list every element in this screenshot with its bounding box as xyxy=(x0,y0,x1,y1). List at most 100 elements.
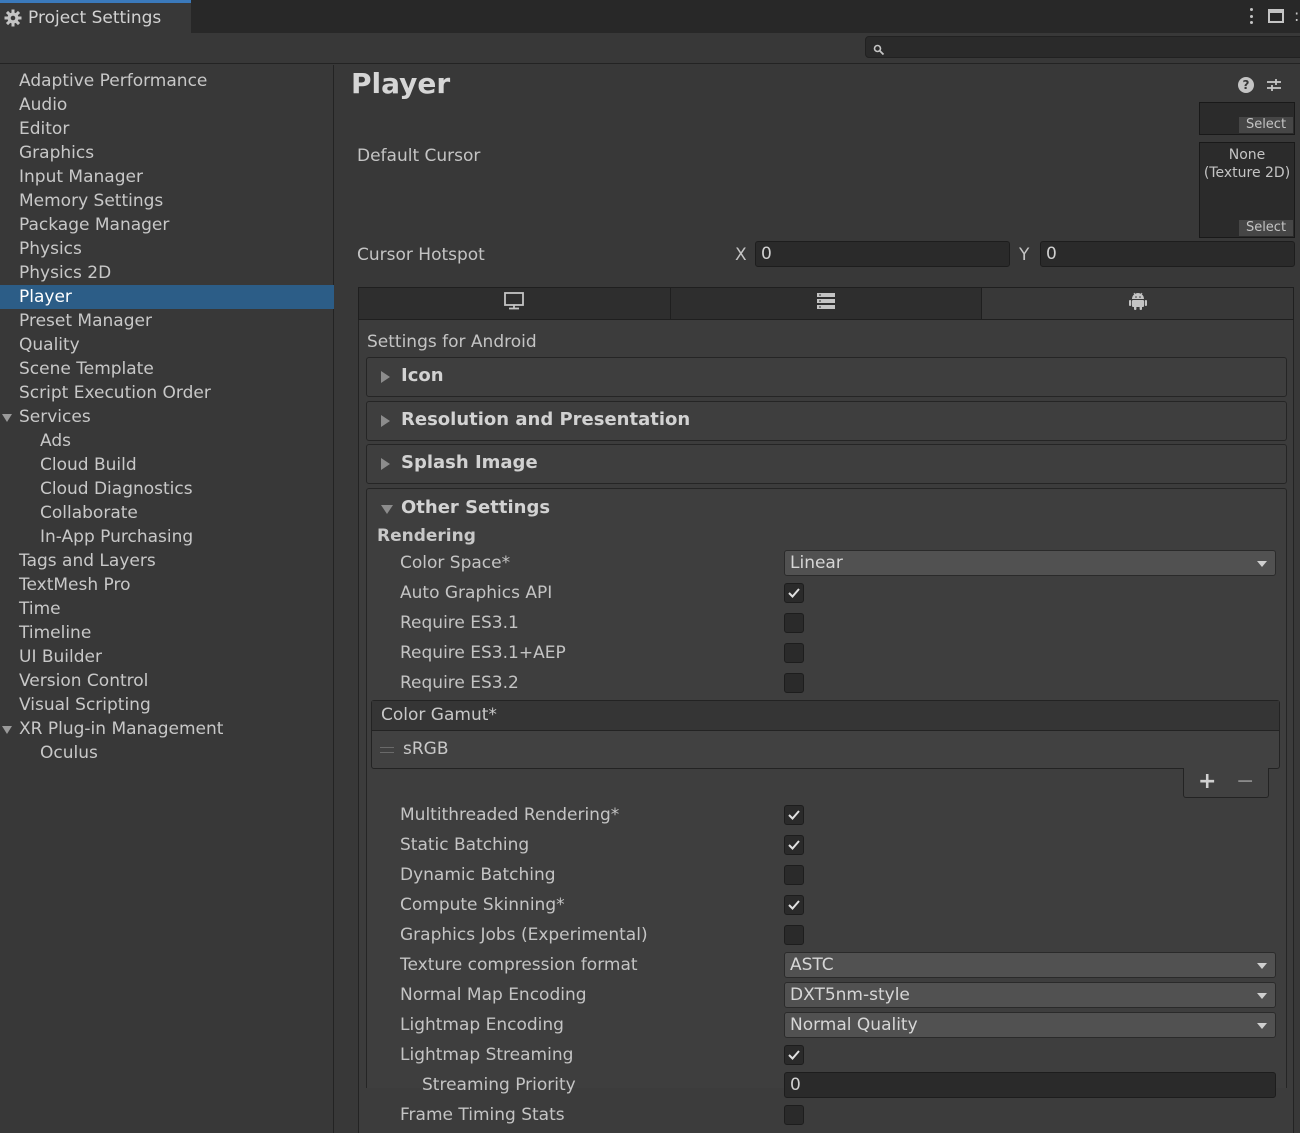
color-space-dropdown[interactable]: Linear xyxy=(784,550,1276,576)
sidebar-item-script-execution-order[interactable]: Script Execution Order xyxy=(0,381,334,405)
require-es31-aep-label: Require ES3.1+AEP xyxy=(400,643,566,663)
frame-timing-stats-checkbox[interactable] xyxy=(784,1105,804,1125)
project-settings-tab[interactable]: Project Settings xyxy=(0,0,191,33)
sidebar-item-tags-and-layers[interactable]: Tags and Layers xyxy=(0,549,334,573)
sidebar-item-in-app-purchasing[interactable]: In-App Purchasing xyxy=(0,525,334,549)
default-cursor-label: Default Cursor xyxy=(357,146,481,166)
multithreaded-rendering-checkbox[interactable] xyxy=(784,805,804,825)
lightmap-encoding-dropdown[interactable]: Normal Quality xyxy=(784,1012,1276,1038)
streaming-priority-field[interactable]: 0 xyxy=(784,1072,1276,1098)
texture-compression-label: Texture compression format xyxy=(400,955,638,975)
require-es32-checkbox[interactable] xyxy=(784,673,804,693)
sidebar-item-timeline[interactable]: Timeline xyxy=(0,621,334,645)
sidebar-item-audio[interactable]: Audio xyxy=(0,93,334,117)
sidebar-item-version-control[interactable]: Version Control xyxy=(0,669,334,693)
sidebar-item-scene-template[interactable]: Scene Template xyxy=(0,357,334,381)
require-es32-label: Require ES3.2 xyxy=(400,673,519,693)
hotspot-x-label: X xyxy=(735,245,747,265)
sidebar-item-preset-manager[interactable]: Preset Manager xyxy=(0,309,334,333)
collapsed-arrow-icon xyxy=(381,415,390,427)
presets-icon[interactable] xyxy=(1266,77,1282,98)
sidebar-item-input-manager[interactable]: Input Manager xyxy=(0,165,334,189)
sidebar-item-package-manager[interactable]: Package Manager xyxy=(0,213,334,237)
compute-skinning-checkbox[interactable] xyxy=(784,895,804,915)
settings-sidebar: Adaptive Performance Audio Editor Graphi… xyxy=(0,65,334,1133)
sidebar-item-graphics[interactable]: Graphics xyxy=(0,141,334,165)
graphics-jobs-checkbox[interactable] xyxy=(784,925,804,945)
sidebar-item-quality[interactable]: Quality xyxy=(0,333,334,357)
expand-arrow-icon[interactable] xyxy=(2,414,12,422)
multithreaded-rendering-label: Multithreaded Rendering* xyxy=(400,805,620,825)
sidebar-item-physics-2d[interactable]: Physics 2D xyxy=(0,261,334,285)
dynamic-batching-checkbox[interactable] xyxy=(784,865,804,885)
list-item[interactable]: sRGB xyxy=(403,739,449,759)
add-item-button[interactable]: + xyxy=(1198,769,1216,794)
sidebar-item-cloud-build[interactable]: Cloud Build xyxy=(0,453,334,477)
dropdown-value: DXT5nm-style xyxy=(790,985,910,1005)
sidebar-item-services[interactable]: Services xyxy=(0,405,334,429)
compute-skinning-label: Compute Skinning* xyxy=(400,895,565,915)
server-icon xyxy=(816,292,836,315)
sidebar-item-oculus[interactable]: Oculus xyxy=(0,741,334,765)
expanded-arrow-icon[interactable] xyxy=(381,505,393,514)
checkmark-icon xyxy=(788,900,800,910)
platform-tabs xyxy=(358,287,1294,320)
foldout-splash-image[interactable]: Splash Image xyxy=(366,444,1287,484)
streaming-priority-label: Streaming Priority xyxy=(422,1075,576,1095)
default-cursor-select-button[interactable]: Select xyxy=(1239,220,1293,236)
sidebar-item-physics[interactable]: Physics xyxy=(0,237,334,261)
hotspot-y-field[interactable]: 0 xyxy=(1040,241,1295,267)
foldout-icon[interactable]: Icon xyxy=(366,357,1287,397)
sidebar-item-collaborate[interactable]: Collaborate xyxy=(0,501,334,525)
sidebar-item-visual-scripting[interactable]: Visual Scripting xyxy=(0,693,334,717)
normal-map-encoding-dropdown[interactable]: DXT5nm-style xyxy=(784,982,1276,1008)
foldout-title: Icon xyxy=(401,365,444,386)
cursor-hotspot-label: Cursor Hotspot xyxy=(357,245,485,265)
window-buttons: : xyxy=(1244,6,1300,26)
more-options-icon[interactable] xyxy=(1244,6,1258,26)
sidebar-item-ui-builder[interactable]: UI Builder xyxy=(0,645,334,669)
sidebar-item-time[interactable]: Time xyxy=(0,597,334,621)
checkmark-icon xyxy=(788,1050,800,1060)
sidebar-item-editor[interactable]: Editor xyxy=(0,117,334,141)
maximize-icon[interactable] xyxy=(1268,9,1284,23)
tab-server[interactable] xyxy=(671,288,983,319)
drag-handle-icon[interactable] xyxy=(380,747,394,753)
tab-standalone[interactable] xyxy=(359,288,671,319)
auto-graphics-api-checkbox[interactable] xyxy=(784,583,804,603)
default-cursor-texture-field[interactable]: None (Texture 2D) Select xyxy=(1199,142,1295,238)
chevron-down-icon xyxy=(1257,1023,1267,1029)
page-title: Player xyxy=(351,67,451,100)
foldout-resolution-presentation[interactable]: Resolution and Presentation xyxy=(366,401,1287,441)
sidebar-item-xr-plugin-management[interactable]: XR Plug-in Management xyxy=(0,717,334,741)
dropdown-value: Normal Quality xyxy=(790,1015,918,1035)
top-texture-field[interactable]: Select xyxy=(1199,102,1295,135)
collapsed-arrow-icon xyxy=(381,371,390,383)
sidebar-item-textmesh-pro[interactable]: TextMesh Pro xyxy=(0,573,334,597)
window-menu-icon[interactable]: : xyxy=(1294,8,1300,24)
top-texture-select-button[interactable]: Select xyxy=(1239,117,1293,133)
help-icon[interactable]: ? xyxy=(1238,77,1254,93)
sidebar-item-adaptive-performance[interactable]: Adaptive Performance xyxy=(0,69,334,93)
search-row xyxy=(0,33,1300,64)
search-input[interactable] xyxy=(865,36,1300,58)
static-batching-label: Static Batching xyxy=(400,835,530,855)
other-settings-title[interactable]: Other Settings xyxy=(401,497,550,518)
player-settings-panel: Player ? Select Default Cursor None (Tex… xyxy=(336,65,1300,1133)
static-batching-checkbox[interactable] xyxy=(784,835,804,855)
hotspot-x-field[interactable]: 0 xyxy=(755,241,1010,267)
sidebar-item-ads[interactable]: Ads xyxy=(0,429,334,453)
sidebar-item-player[interactable]: Player xyxy=(0,285,334,309)
rendering-header: Rendering xyxy=(377,526,476,546)
foldout-title: Splash Image xyxy=(401,452,538,473)
require-es31-aep-checkbox[interactable] xyxy=(784,643,804,663)
expand-arrow-icon[interactable] xyxy=(2,726,12,734)
lightmap-streaming-checkbox[interactable] xyxy=(784,1045,804,1065)
tab-android[interactable] xyxy=(982,288,1294,319)
require-es31-checkbox[interactable] xyxy=(784,613,804,633)
settings-for-label: Settings for Android xyxy=(367,332,537,352)
sidebar-item-cloud-diagnostics[interactable]: Cloud Diagnostics xyxy=(0,477,334,501)
sidebar-item-memory-settings[interactable]: Memory Settings xyxy=(0,189,334,213)
texture-compression-dropdown[interactable]: ASTC xyxy=(784,952,1276,978)
remove-item-button[interactable]: − xyxy=(1236,769,1254,794)
